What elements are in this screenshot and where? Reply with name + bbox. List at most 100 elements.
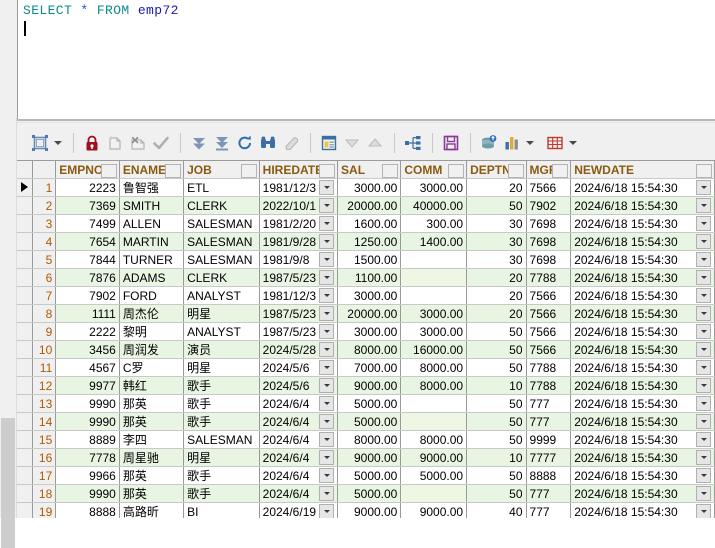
cell-hiredate[interactable]: 1981/12/3	[259, 178, 339, 197]
cell-empno[interactable]: 9977	[55, 376, 120, 395]
cell-ename[interactable]: TURNER	[119, 250, 185, 269]
row-marker[interactable]	[17, 502, 33, 518]
edit-data-button[interactable]	[29, 132, 51, 154]
cell-ename[interactable]: ADAMS	[119, 268, 185, 287]
cell-empno[interactable]: 8889	[55, 430, 120, 449]
date-picker-dropdown-icon[interactable]	[319, 324, 335, 339]
cell-ename[interactable]: 韩红	[119, 376, 185, 395]
cell-empno[interactable]: 7902	[55, 286, 120, 305]
column-header-job[interactable]: JOB	[183, 160, 260, 179]
find-button[interactable]	[257, 132, 279, 154]
cell-sal[interactable]: 3000.00	[337, 286, 402, 305]
cell-sal[interactable]: 9000.00	[337, 448, 402, 467]
row-marker[interactable]	[17, 484, 33, 503]
column-header-sal[interactable]: SAL	[337, 160, 402, 179]
date-picker-dropdown-icon[interactable]	[319, 504, 335, 518]
cell-hiredate[interactable]: 2024/6/4	[259, 484, 339, 503]
cell-newdate[interactable]: 2024/6/18 15:54:30	[570, 340, 715, 359]
cell-mgr[interactable]: 7566	[526, 304, 572, 323]
cell-hiredate[interactable]: 2024/5/28	[259, 340, 339, 359]
cell-comm[interactable]: 3000.00	[400, 304, 468, 323]
cell-empno[interactable]: 4567	[55, 358, 120, 377]
cell-comm[interactable]: 9000.00	[400, 448, 468, 467]
left-vertical-scrollbar[interactable]	[0, 118, 17, 548]
cell-mgr[interactable]: 7698	[526, 250, 572, 269]
cell-mgr[interactable]: 777	[526, 394, 572, 413]
cell-job[interactable]: ANALYST	[183, 286, 260, 305]
date-picker-dropdown-icon[interactable]	[696, 342, 711, 357]
column-resize-handle[interactable]	[240, 164, 257, 178]
cell-empno[interactable]: 9966	[55, 466, 120, 485]
cell-job[interactable]: 演员	[183, 340, 260, 359]
cell-mgr[interactable]: 777	[526, 484, 572, 503]
cell-comm[interactable]	[400, 484, 468, 503]
cell-comm[interactable]	[400, 286, 468, 305]
cell-deptno[interactable]: 30	[466, 214, 527, 233]
row-marker[interactable]	[17, 358, 33, 377]
cell-empno[interactable]: 7499	[55, 214, 120, 233]
cell-job[interactable]: SALESMAN	[183, 250, 260, 269]
cell-ename[interactable]: ALLEN	[119, 214, 185, 233]
column-resize-handle[interactable]	[165, 164, 182, 178]
column-header-empno[interactable]: EMPNO	[55, 160, 120, 179]
cell-mgr[interactable]: 7698	[526, 232, 572, 251]
clear-filter-button[interactable]	[280, 132, 302, 154]
cell-sal[interactable]: 1100.00	[337, 268, 402, 287]
date-picker-dropdown-icon[interactable]	[319, 216, 335, 231]
date-picker-dropdown-icon[interactable]	[696, 360, 711, 375]
post-edit-button[interactable]	[150, 132, 172, 154]
cell-comm[interactable]: 9000.00	[400, 502, 468, 518]
cell-newdate[interactable]: 2024/6/18 15:54:30	[570, 232, 715, 251]
hierarchy-button[interactable]	[402, 132, 424, 154]
column-header-comm[interactable]: COMM	[400, 160, 468, 179]
refresh-button[interactable]	[234, 132, 256, 154]
cell-ename[interactable]: 那英	[119, 394, 185, 413]
cell-mgr[interactable]: 7566	[526, 322, 572, 341]
cell-empno[interactable]: 2223	[55, 178, 120, 197]
cell-hiredate[interactable]: 2024/6/4	[259, 412, 339, 431]
cell-newdate[interactable]: 2024/6/18 15:54:30	[570, 250, 715, 269]
cell-hiredate[interactable]: 2024/6/4	[259, 448, 339, 467]
date-picker-dropdown-icon[interactable]	[319, 342, 335, 357]
cell-empno[interactable]: 3456	[55, 340, 120, 359]
cell-sal[interactable]: 9000.00	[337, 502, 402, 518]
row-marker[interactable]	[17, 304, 33, 323]
cell-mgr[interactable]: 7902	[526, 196, 572, 215]
date-picker-dropdown-icon[interactable]	[319, 270, 335, 285]
cell-empno[interactable]: 2222	[55, 322, 120, 341]
cell-hiredate[interactable]: 2024/6/19	[259, 502, 339, 518]
cell-comm[interactable]	[400, 412, 468, 431]
cell-newdate[interactable]: 2024/6/18 15:54:30	[570, 358, 715, 377]
date-picker-dropdown-icon[interactable]	[696, 306, 711, 321]
cell-newdate[interactable]: 2024/6/18 15:54:30	[570, 484, 715, 503]
cell-deptno[interactable]: 30	[466, 250, 527, 269]
sql-editor[interactable]: SELECT * FROM emp72	[17, 0, 715, 120]
column-resize-handle[interactable]	[696, 164, 712, 178]
cell-deptno[interactable]: 20	[466, 304, 527, 323]
date-picker-dropdown-icon[interactable]	[696, 234, 711, 249]
single-record-view-button[interactable]	[318, 132, 340, 154]
date-picker-dropdown-icon[interactable]	[319, 432, 335, 447]
table-row[interactable]: 19 8888 高路昕 BI 2024/6/19 9000.00 9000.00 40 777 2…	[17, 502, 715, 518]
cell-hiredate[interactable]: 2024/6/4	[259, 394, 339, 413]
cell-comm[interactable]: 8000.00	[400, 376, 468, 395]
cell-deptno[interactable]: 50	[466, 340, 527, 359]
cell-ename[interactable]: SMITH	[119, 196, 185, 215]
cell-mgr[interactable]: 777	[526, 502, 572, 518]
cell-empno[interactable]: 7876	[55, 268, 120, 287]
cell-job[interactable]: 明星	[183, 448, 260, 467]
cell-sal[interactable]: 5000.00	[337, 484, 402, 503]
row-marker[interactable]	[17, 232, 33, 251]
cell-newdate[interactable]: 2024/6/18 15:54:30	[570, 448, 715, 467]
cell-hiredate[interactable]: 1987/5/23	[259, 322, 339, 341]
cell-sal[interactable]: 9000.00	[337, 376, 402, 395]
cell-ename[interactable]: 那英	[119, 412, 185, 431]
cell-newdate[interactable]: 2024/6/18 15:54:30	[570, 412, 715, 431]
table-row[interactable]: 10 3456 周润发 演员 2024/5/28 8000.00 16000.00 50 756…	[17, 340, 715, 359]
cell-comm[interactable]	[400, 268, 468, 287]
row-marker[interactable]	[17, 286, 33, 305]
cell-newdate[interactable]: 2024/6/18 15:54:30	[570, 376, 715, 395]
fetch-next-button[interactable]	[188, 132, 210, 154]
column-resize-handle[interactable]	[100, 164, 117, 178]
scrollbar-thumb[interactable]	[1, 418, 15, 548]
